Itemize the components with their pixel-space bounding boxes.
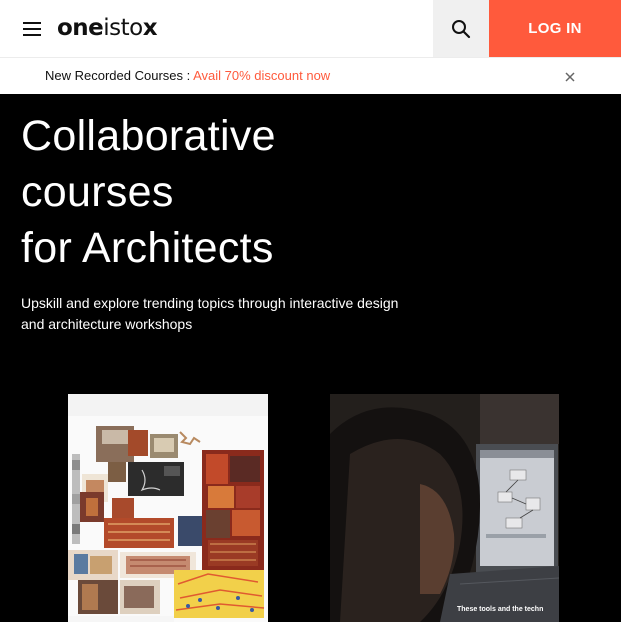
hamburger-menu-icon[interactable] xyxy=(14,16,50,42)
logo-part-isto: isto xyxy=(103,15,143,41)
hero-title-line: courses xyxy=(21,168,174,216)
collage-image xyxy=(68,394,268,622)
video-caption: These tools and the techn xyxy=(457,606,544,613)
announcement-bar: New Recorded Courses : Avail 70% discoun… xyxy=(0,57,621,94)
logo-part-one: one xyxy=(57,15,104,41)
hero-subtitle-line: and architecture workshops xyxy=(21,316,193,332)
hero-title-line: for Architects xyxy=(21,224,274,272)
top-header: oneistox LOG IN xyxy=(0,0,621,57)
announcement-text: New Recorded Courses : Avail 70% discoun… xyxy=(45,68,330,83)
logo[interactable]: oneistox xyxy=(57,13,158,43)
course-card-video[interactable]: These tools and the techn xyxy=(330,394,559,622)
hero-title: Collaborative courses for Architects xyxy=(21,108,421,276)
hero-subtitle-line: Upskill and explore trending topics thro… xyxy=(21,295,399,311)
close-icon[interactable] xyxy=(562,69,578,85)
discount-link[interactable]: Avail 70% discount now xyxy=(193,68,330,83)
search-button[interactable] xyxy=(433,0,489,57)
hero-title-line: Collaborative xyxy=(21,112,276,160)
hero-subtitle: Upskill and explore trending topics thro… xyxy=(21,293,441,335)
video-thumbnail-image xyxy=(330,394,559,622)
announcement-label: New Recorded Courses : xyxy=(45,68,194,83)
search-icon xyxy=(452,19,471,38)
course-card-collage[interactable] xyxy=(68,394,268,622)
logo-part-x: x xyxy=(142,15,158,41)
login-button[interactable]: LOG IN xyxy=(489,0,621,57)
